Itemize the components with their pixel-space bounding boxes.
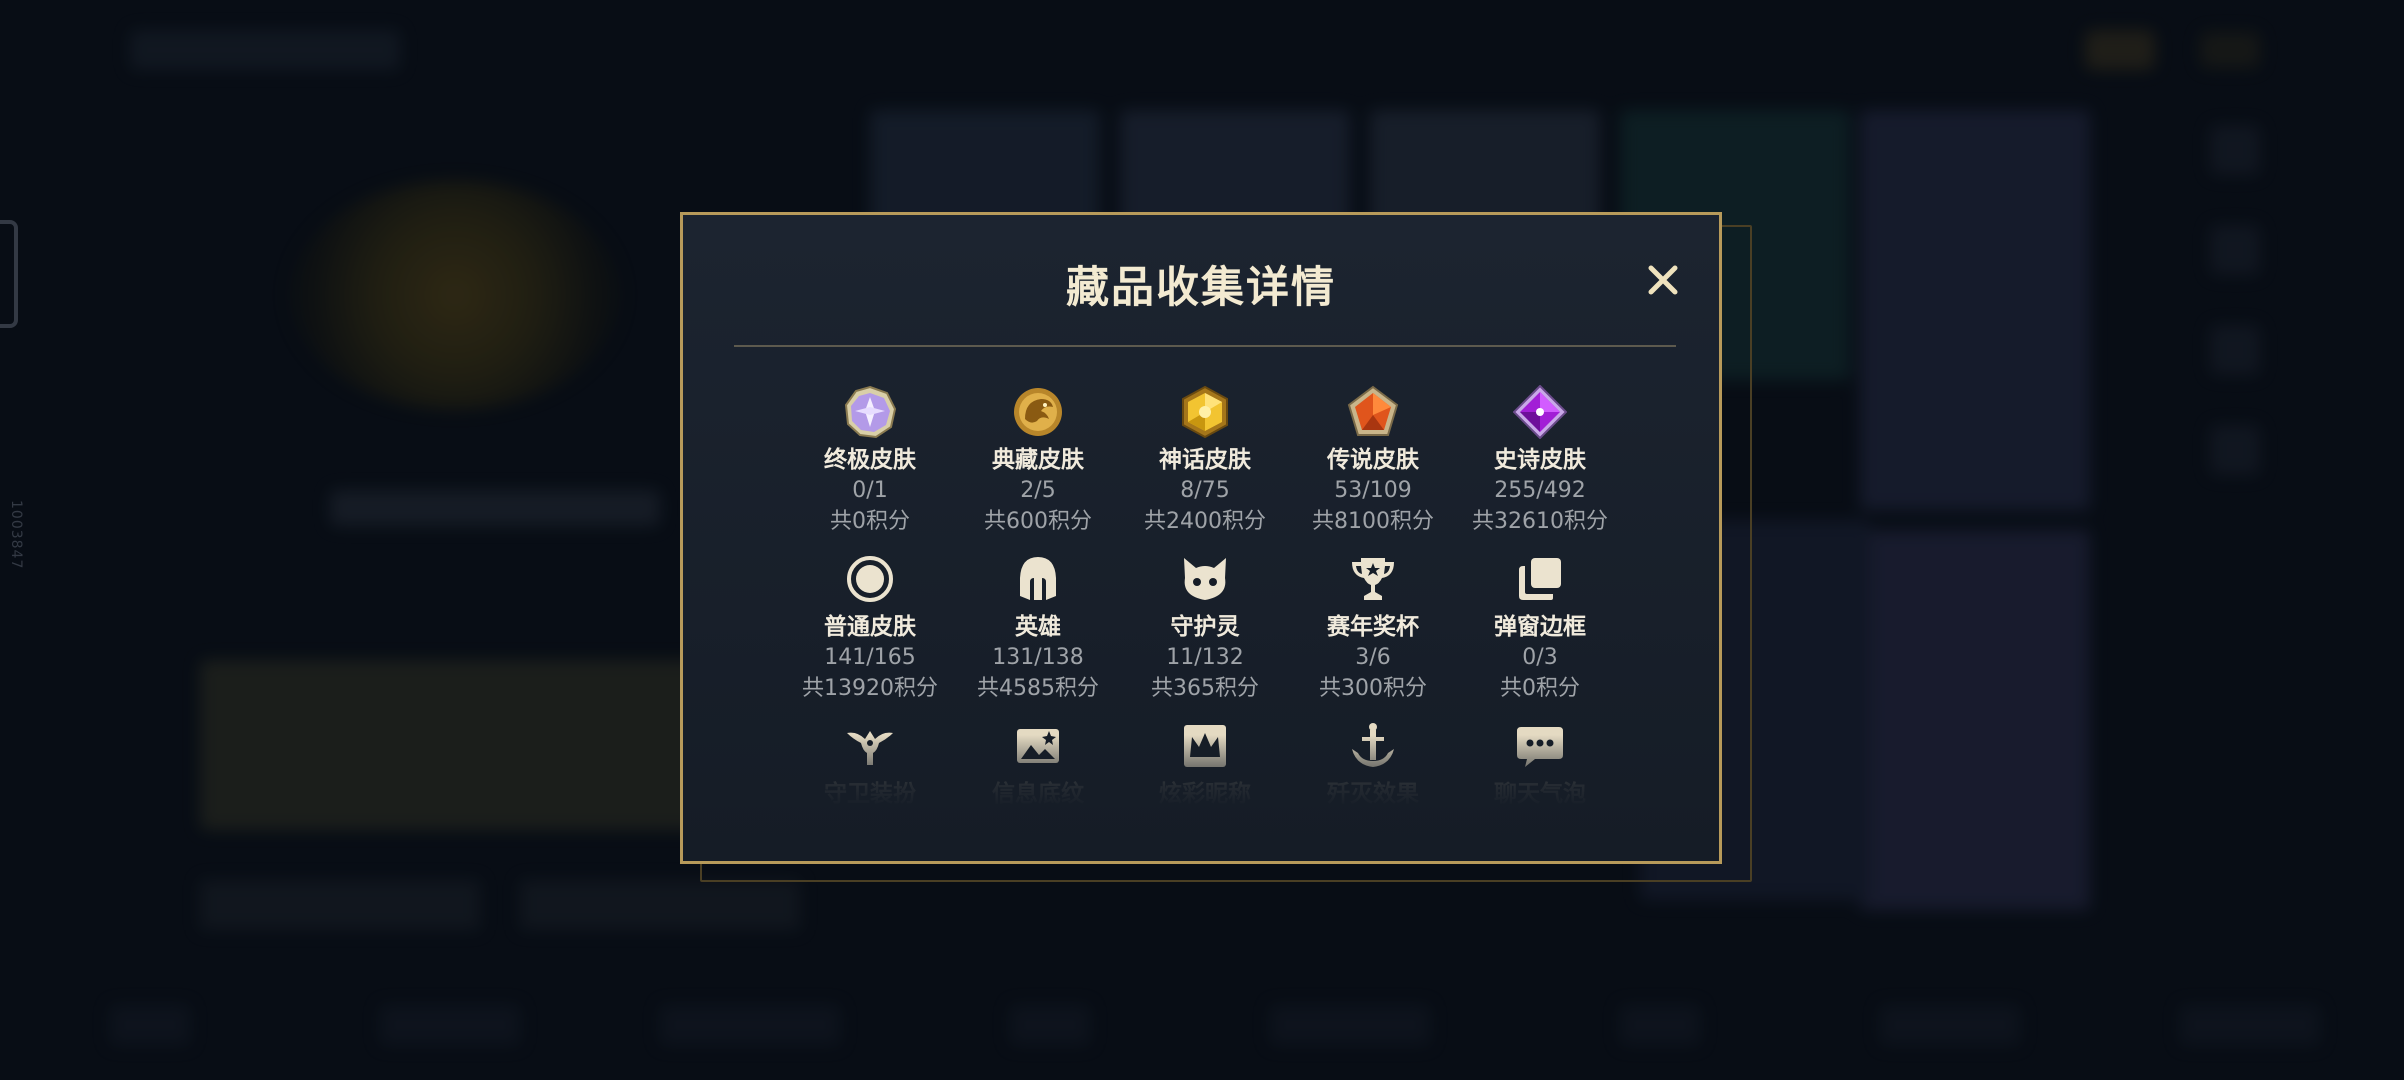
- item-points: 共8100积分: [1312, 509, 1434, 534]
- item-points: 共2400积分: [1144, 509, 1266, 534]
- close-icon: [1648, 265, 1678, 295]
- collection-item-mythic[interactable]: 神话皮肤 8/75 共2400积分: [1120, 385, 1290, 537]
- ultimate-gem-icon: [844, 385, 897, 439]
- item-name: 炫彩昵称: [1159, 781, 1251, 807]
- legendary-gem-icon: [1347, 385, 1399, 436]
- close-button[interactable]: [1638, 255, 1688, 305]
- item-count: 0/1: [852, 478, 888, 503]
- banner-image-icon: [1017, 729, 1059, 763]
- item-name: 信息底纹: [992, 781, 1084, 807]
- item-name: 普通皮肤: [824, 614, 916, 640]
- item-name: 守护灵: [1170, 614, 1240, 640]
- title-divider: [734, 345, 1676, 347]
- collector-dragon-icon: [1014, 388, 1062, 436]
- item-name: 史诗皮肤: [1494, 447, 1586, 473]
- collection-row: 守卫装扮 信息底纹 炫彩昵称 歼灭效果 聊天气泡: [683, 719, 1719, 879]
- item-name: 歼灭效果: [1327, 781, 1419, 807]
- item-count: 141/165: [824, 645, 916, 670]
- modal-title: 藏品收集详情: [1066, 263, 1336, 313]
- anchor-icon: [1352, 723, 1394, 767]
- collection-item-legendary[interactable]: 传说皮肤 53/109 共8100积分: [1288, 385, 1458, 537]
- item-points: 共0积分: [1500, 676, 1580, 701]
- mythic-gem-icon: [1182, 385, 1228, 439]
- collection-item-ward[interactable]: 守卫装扮: [785, 719, 955, 809]
- item-name: 聊天气泡: [1494, 781, 1586, 807]
- epic-gem-icon: [1513, 385, 1567, 439]
- item-points: 共300积分: [1319, 676, 1427, 701]
- chat-bubble-icon: [1517, 727, 1563, 767]
- trophy-icon: [1352, 558, 1394, 600]
- common-ring-icon: [847, 556, 893, 602]
- collection-item-trophy[interactable]: 赛年奖杯 3/6 共300积分: [1288, 552, 1458, 704]
- collection-item-banner[interactable]: 信息底纹: [953, 719, 1123, 809]
- item-points: 共0积分: [830, 509, 910, 534]
- collection-item-common[interactable]: 普通皮肤 141/165 共13920积分: [785, 552, 955, 704]
- item-name: 终极皮肤: [824, 447, 916, 473]
- item-count: 3/6: [1355, 645, 1391, 670]
- item-name: 传说皮肤: [1327, 447, 1419, 473]
- crown-card-icon: [1184, 725, 1226, 767]
- collection-item-collector[interactable]: 典藏皮肤 2/5 共600积分: [953, 385, 1123, 537]
- item-points: 共600积分: [984, 509, 1092, 534]
- item-count: 2/5: [1020, 478, 1056, 503]
- collection-item-frame[interactable]: 弹窗边框 0/3 共0积分: [1455, 552, 1625, 704]
- ward-icon: [847, 731, 893, 765]
- item-count: 11/132: [1166, 645, 1244, 670]
- collection-row: 普通皮肤 141/165 共13920积分 英雄 131/138 共4585积分…: [683, 552, 1719, 712]
- item-count: 53/109: [1334, 478, 1412, 503]
- item-name: 神话皮肤: [1159, 447, 1251, 473]
- collection-item-champion[interactable]: 英雄 131/138 共4585积分: [953, 552, 1123, 704]
- item-points: 共4585积分: [977, 676, 1099, 701]
- item-points: 共32610积分: [1472, 509, 1608, 534]
- collection-item-guardian[interactable]: 守护灵 11/132 共365积分: [1120, 552, 1290, 704]
- collection-item-chat[interactable]: 聊天气泡: [1455, 719, 1625, 809]
- item-count: 8/75: [1180, 478, 1230, 503]
- collection-item-ultimate[interactable]: 终极皮肤 0/1 共0积分: [785, 385, 955, 537]
- item-count: 255/492: [1494, 478, 1586, 503]
- item-name: 弹窗边框: [1494, 614, 1586, 640]
- item-count: 0/3: [1522, 645, 1558, 670]
- item-name: 守卫装扮: [824, 781, 916, 807]
- collection-details-modal: 藏品收集详情 终极皮肤 0/1 共0积分 典藏皮肤 2/5 共600积分 神话皮…: [680, 212, 1722, 864]
- helmet-icon: [1020, 557, 1056, 600]
- collection-item-epic[interactable]: 史诗皮肤 255/492 共32610积分: [1455, 385, 1625, 537]
- item-count: 131/138: [992, 645, 1084, 670]
- item-points: 共365积分: [1151, 676, 1259, 701]
- frame-stack-icon: [1519, 558, 1561, 600]
- item-points: 共13920积分: [802, 676, 938, 701]
- guardian-creature-icon: [1184, 558, 1226, 600]
- item-name: 赛年奖杯: [1327, 614, 1419, 640]
- item-name: 典藏皮肤: [992, 447, 1084, 473]
- collection-item-nickname[interactable]: 炫彩昵称: [1120, 719, 1290, 809]
- collection-row: 终极皮肤 0/1 共0积分 典藏皮肤 2/5 共600积分 神话皮肤 8/75 …: [683, 385, 1719, 545]
- collection-item-elimination[interactable]: 歼灭效果: [1288, 719, 1458, 809]
- item-name: 英雄: [1015, 614, 1061, 640]
